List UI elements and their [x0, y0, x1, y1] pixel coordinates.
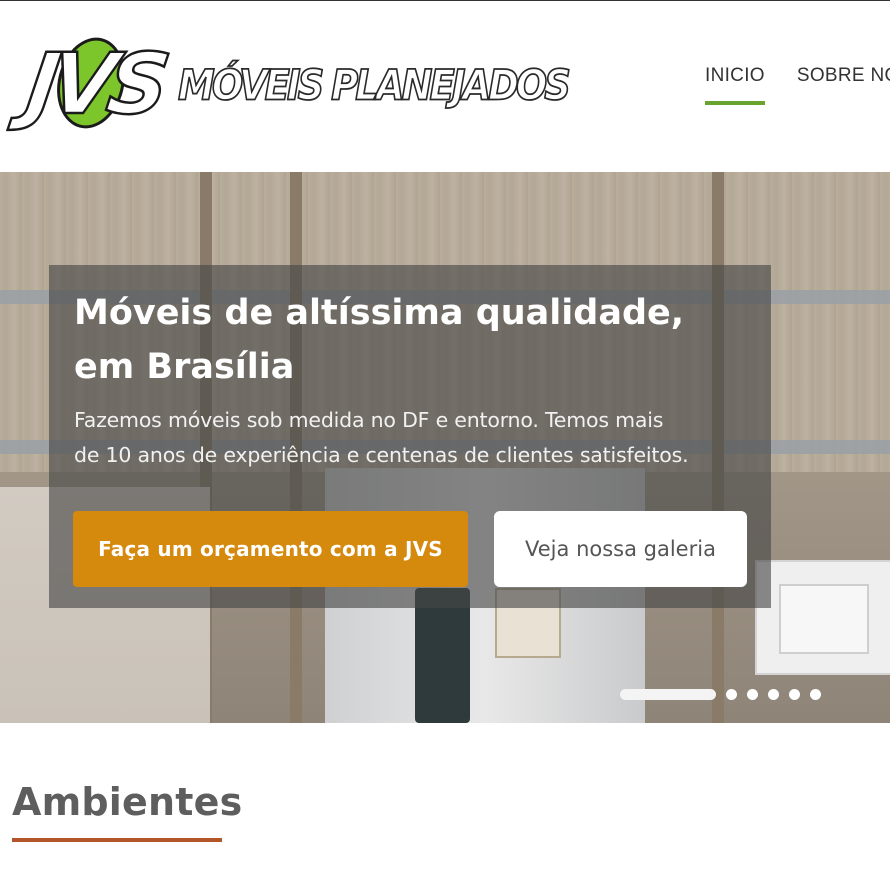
site-header: JVS MÓVEIS PLANEJADOS INICIO SOBRE NÓS — [0, 1, 890, 172]
carousel-dot-4[interactable] — [768, 689, 779, 700]
logo-text: MÓVEIS PLANEJADOS — [177, 60, 572, 110]
hero-title: Móveis de altíssima qualidade, em Brasíl… — [74, 286, 714, 394]
hero-title-line1: Móveis de altíssima qualidade, — [74, 293, 685, 333]
section-title-ambientes: Ambientes — [12, 780, 243, 824]
logo-mark: JVS — [20, 30, 176, 136]
hero-title-line2: em Brasília — [74, 347, 295, 387]
logo[interactable]: JVS MÓVEIS PLANEJADOS — [20, 30, 572, 136]
carousel-dot-5[interactable] — [789, 689, 800, 700]
carousel-indicators — [620, 689, 821, 700]
hero-description-line2: de 10 anos de experiência e centenas de … — [74, 443, 689, 467]
hero-carousel: Móveis de altíssima qualidade, em Brasíl… — [0, 172, 890, 723]
fridge-panel — [415, 588, 470, 723]
carousel-dot-6[interactable] — [810, 689, 821, 700]
carousel-dot-2[interactable] — [726, 689, 737, 700]
gallery-button[interactable]: Veja nossa galeria — [494, 511, 747, 587]
hero-description-line1: Fazemos móveis sob medida no DF e entorn… — [74, 408, 664, 432]
carousel-dot-3[interactable] — [747, 689, 758, 700]
section-underline — [12, 838, 222, 842]
hero-description: Fazemos móveis sob medida no DF e entorn… — [74, 403, 774, 473]
nav-item-sobre-nos[interactable]: SOBRE NÓS — [797, 65, 890, 105]
carousel-dot-1[interactable] — [620, 689, 716, 700]
nav-item-inicio[interactable]: INICIO — [705, 65, 765, 105]
logo-mark-text: JVS — [20, 34, 169, 135]
main-nav: INICIO SOBRE NÓS — [705, 65, 890, 105]
quote-button[interactable]: Faça um orçamento com a JVS — [73, 511, 468, 587]
microwave-window — [779, 584, 869, 654]
microwave-image — [755, 560, 890, 675]
